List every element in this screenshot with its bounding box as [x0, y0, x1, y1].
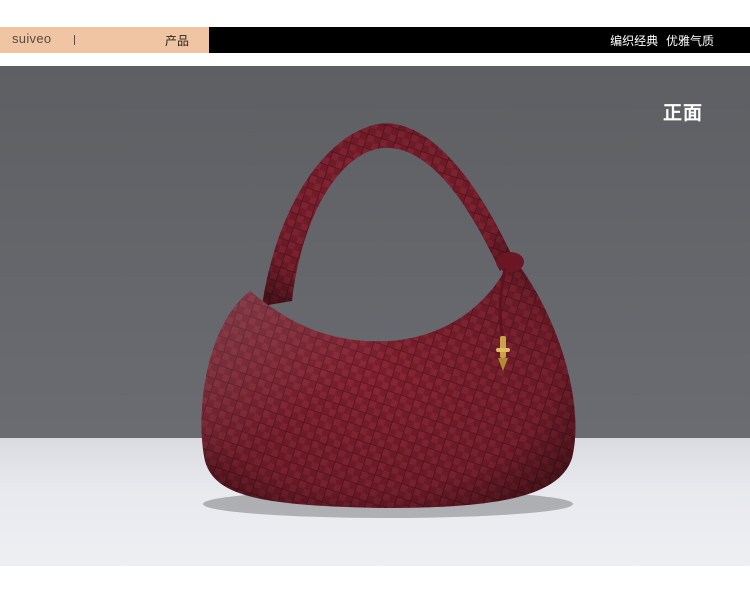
brand-logo: suiveo [12, 31, 52, 46]
bag-knot [496, 252, 524, 272]
brand-divider [74, 35, 75, 45]
header-bar: suiveo 产品 编织经典 优雅气质 [0, 27, 750, 53]
category-label: 产品 [165, 34, 190, 48]
product-photo: 正面 [0, 66, 750, 566]
handbag-image [201, 123, 576, 518]
tagline: 编织经典 优雅气质 [610, 34, 714, 48]
brand-block: suiveo 产品 [0, 27, 209, 53]
view-label: 正面 [662, 102, 703, 124]
